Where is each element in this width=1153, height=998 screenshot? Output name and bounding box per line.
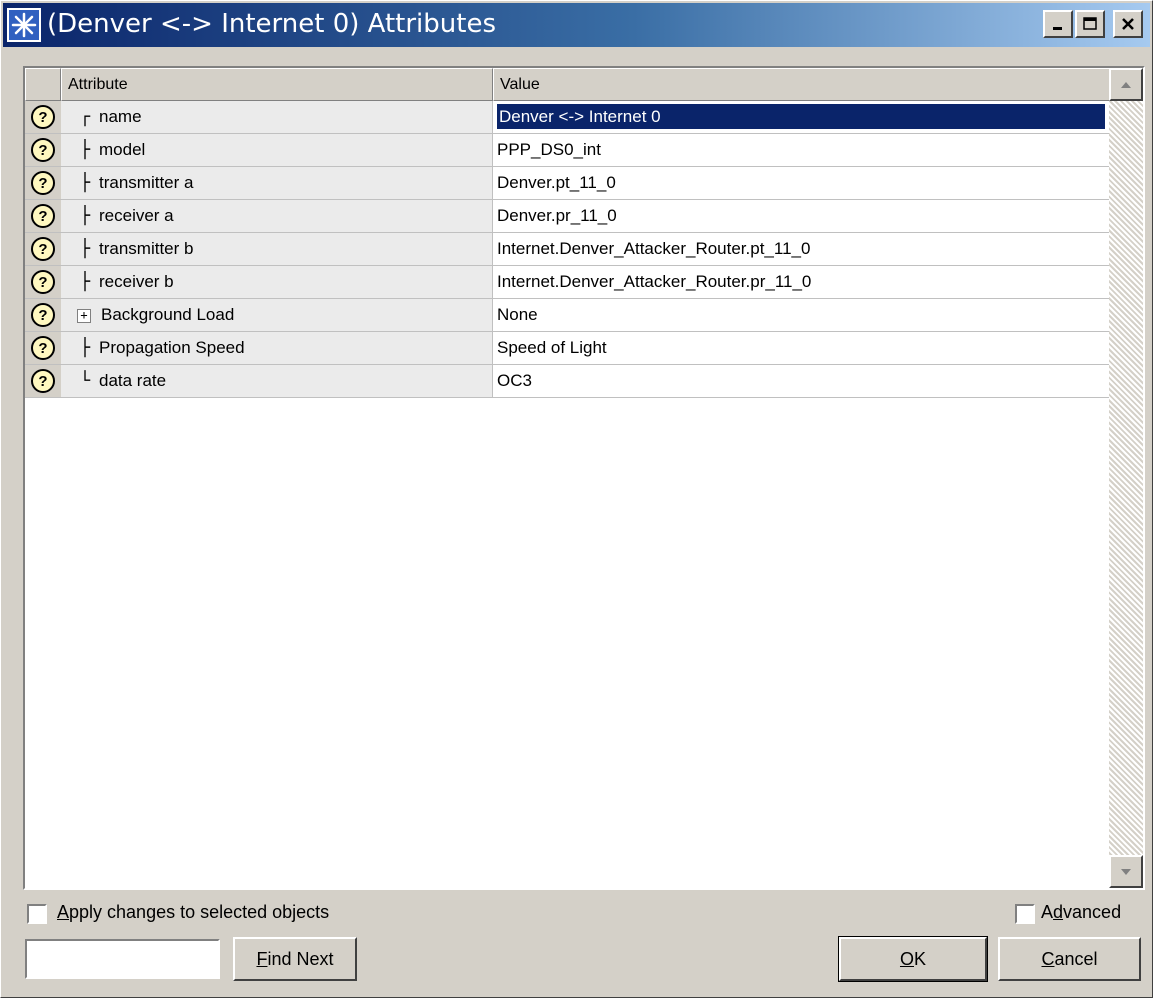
value-cell[interactable]: Denver.pt_11_0 (493, 167, 1110, 200)
value-cell[interactable]: PPP_DS0_int (493, 134, 1110, 167)
tree-connector: ├ (79, 239, 91, 259)
table-row[interactable]: ? └ data rate OC3 (25, 365, 1110, 398)
table-row[interactable]: ? ├ receiver a Denver.pr_11_0 (25, 200, 1110, 233)
scroll-down-button[interactable] (1109, 855, 1143, 888)
table-row[interactable]: ? + Background Load None (25, 299, 1110, 332)
value-cell[interactable]: Denver <-> Internet 0 (493, 101, 1110, 134)
value-cell[interactable]: None (493, 299, 1110, 332)
attribute-value: Internet.Denver_Attacker_Router.pr_11_0 (497, 272, 812, 291)
attribute-label: name (99, 107, 142, 126)
attribute-label: model (99, 140, 146, 159)
tree-connector: ├ (79, 140, 91, 160)
table-row[interactable]: ? ┌ name Denver <-> Internet 0 (25, 101, 1110, 134)
apply-changes-label[interactable]: Apply changes to selected objects (57, 902, 329, 923)
column-header-attribute[interactable]: Attribute (61, 68, 493, 101)
header-help-column (25, 68, 61, 101)
table-row[interactable]: ? ├ Propagation Speed Speed of Light (25, 332, 1110, 365)
tree-connector: ┌ (79, 107, 91, 127)
ok-button[interactable]: OK (838, 936, 988, 982)
attribute-cell[interactable]: ├ Propagation Speed (61, 332, 493, 365)
attributes-grid: Attribute Value ? ┌ name Denver <-> Inter… (23, 66, 1145, 890)
value-cell[interactable]: Speed of Light (493, 332, 1110, 365)
table-row[interactable]: ? ├ model PPP_DS0_int (25, 134, 1110, 167)
advanced-label[interactable]: Advanced (1041, 902, 1121, 923)
attribute-value: Denver.pr_11_0 (497, 206, 617, 225)
expand-plus-icon[interactable]: + (77, 308, 91, 323)
help-icon[interactable]: ? (31, 336, 55, 360)
tree-connector: └ (79, 371, 91, 391)
help-icon[interactable]: ? (31, 204, 55, 228)
cancel-button[interactable]: Cancel (998, 937, 1141, 981)
vertical-scrollbar[interactable] (1109, 68, 1143, 888)
tree-connector: ├ (79, 206, 91, 226)
column-header-value[interactable]: Value (493, 68, 1110, 101)
attribute-label: data rate (99, 371, 167, 390)
value-cell[interactable]: OC3 (493, 365, 1110, 398)
minimize-button[interactable] (1043, 10, 1073, 38)
attribute-cell[interactable]: ├ receiver b (61, 266, 493, 299)
help-icon[interactable]: ? (31, 237, 55, 261)
help-icon[interactable]: ? (31, 303, 55, 327)
help-icon[interactable]: ? (31, 171, 55, 195)
value-cell[interactable]: Internet.Denver_Attacker_Router.pt_11_0 (493, 233, 1110, 266)
attribute-label: transmitter a (99, 173, 194, 192)
attribute-cell[interactable]: └ data rate (61, 365, 493, 398)
attribute-cell[interactable]: ┌ name (61, 101, 493, 134)
find-next-button[interactable]: Find Next (233, 937, 357, 981)
attribute-label: receiver a (99, 206, 174, 225)
attribute-cell[interactable]: ├ transmitter b (61, 233, 493, 266)
attribute-cell[interactable]: + Background Load (61, 299, 493, 332)
window-title: (Denver <-> Internet 0) Attributes (47, 9, 496, 39)
attribute-value: PPP_DS0_int (497, 140, 601, 159)
attribute-cell[interactable]: ├ transmitter a (61, 167, 493, 200)
close-button[interactable] (1113, 10, 1143, 38)
help-icon[interactable]: ? (31, 369, 55, 393)
apply-changes-checkbox[interactable] (27, 904, 47, 924)
help-icon[interactable]: ? (31, 105, 55, 129)
close-icon (1122, 18, 1134, 30)
tree-connector: ├ (79, 173, 91, 193)
attribute-cell[interactable]: ├ model (61, 134, 493, 167)
attribute-value: None (497, 305, 538, 324)
table-row[interactable]: ? ├ transmitter a Denver.pt_11_0 (25, 167, 1110, 200)
tree-connector: ├ (79, 338, 91, 358)
asterisk-app-icon (7, 8, 41, 42)
value-cell[interactable]: Denver.pr_11_0 (493, 200, 1110, 233)
table-row[interactable]: ? ├ receiver b Internet.Denver_Attacker_R… (25, 266, 1110, 299)
attribute-value: Speed of Light (497, 338, 607, 357)
attribute-value: Internet.Denver_Attacker_Router.pt_11_0 (497, 239, 811, 258)
table-row[interactable]: ? ├ transmitter b Internet.Denver_Attacke… (25, 233, 1110, 266)
advanced-checkbox[interactable] (1015, 904, 1035, 924)
attribute-value: Denver.pt_11_0 (497, 173, 616, 192)
maximize-button[interactable] (1075, 10, 1105, 38)
tree-connector: ├ (79, 272, 91, 292)
title-bar[interactable]: (Denver <-> Internet 0) Attributes (3, 3, 1150, 47)
attribute-label: receiver b (99, 272, 174, 291)
scroll-up-arrow-icon (1121, 81, 1131, 88)
attribute-label: transmitter b (99, 239, 194, 258)
attribute-label: Background Load (101, 305, 235, 324)
attribute-cell[interactable]: ├ receiver a (61, 200, 493, 233)
maximize-icon (1083, 17, 1097, 30)
help-icon[interactable]: ? (31, 138, 55, 162)
attribute-value: OC3 (497, 371, 532, 390)
value-cell[interactable]: Internet.Denver_Attacker_Router.pr_11_0 (493, 266, 1110, 299)
minimize-icon (1053, 27, 1062, 30)
attribute-label: Propagation Speed (99, 338, 245, 357)
find-input[interactable] (25, 939, 220, 979)
scroll-down-arrow-icon (1121, 868, 1131, 875)
attributes-dialog: (Denver <-> Internet 0) Attributes Attri… (0, 0, 1153, 998)
scroll-up-button[interactable] (1109, 68, 1143, 101)
help-icon[interactable]: ? (31, 270, 55, 294)
attribute-value: Denver <-> Internet 0 (497, 104, 1105, 129)
